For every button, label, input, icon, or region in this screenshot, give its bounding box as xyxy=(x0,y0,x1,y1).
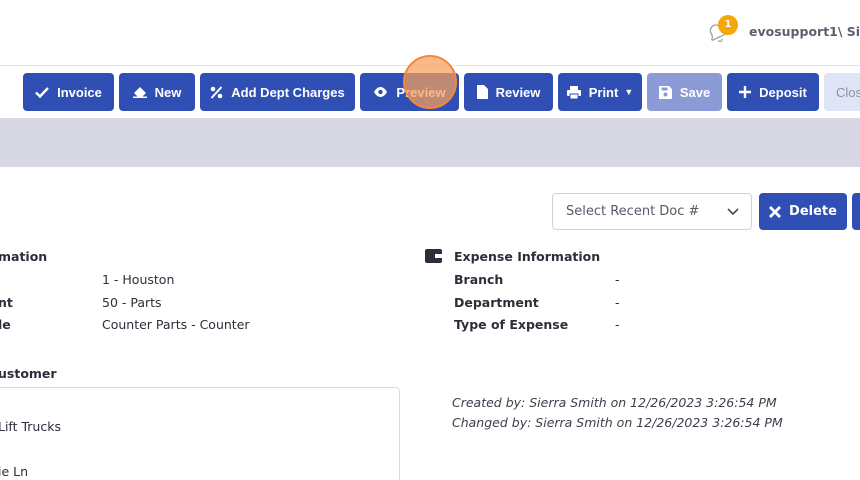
x-icon xyxy=(769,205,782,218)
new-button[interactable]: New xyxy=(119,73,195,111)
customer-heading: ustomer xyxy=(0,366,57,381)
print-dropdown-button[interactable]: Print ▼ xyxy=(558,73,642,111)
save-label: Save xyxy=(679,84,711,100)
new-label: New xyxy=(154,84,182,100)
document-icon xyxy=(476,85,488,99)
recent-doc-select[interactable]: Select Recent Doc # xyxy=(552,193,752,230)
recent-doc-placeholder: Select Recent Doc # xyxy=(566,204,700,219)
notification-badge[interactable]: 1 xyxy=(718,15,738,35)
wallet-icon xyxy=(425,249,442,263)
location-label-2: nt xyxy=(0,295,13,310)
deposit-button[interactable]: Deposit xyxy=(727,73,819,111)
eye-icon xyxy=(374,87,388,97)
deposit-label: Deposit xyxy=(759,84,807,100)
expense-info-heading: Expense Information xyxy=(454,249,601,264)
floppy-icon xyxy=(658,85,672,99)
printer-icon xyxy=(566,85,581,99)
review-label: Review xyxy=(495,84,541,100)
eraser-icon xyxy=(132,87,147,98)
location-label-3: le xyxy=(0,317,11,332)
expense-label-type: Type of Expense xyxy=(454,317,569,332)
expense-label-department: Department xyxy=(454,295,539,310)
invoice-button[interactable]: Invoice xyxy=(23,73,114,111)
created-by-text: Created by: Sierra Smith on 12/26/2023 3… xyxy=(452,395,777,410)
print-label: Print xyxy=(588,84,619,100)
changed-by-text: Changed by: Sierra Smith on 12/26/2023 3… xyxy=(452,415,783,430)
location-value-3: Counter Parts - Counter xyxy=(102,317,250,332)
more-actions-button[interactable] xyxy=(852,193,860,230)
close-button[interactable]: Clos xyxy=(824,73,860,111)
customer-address: ie Ln xyxy=(0,464,29,479)
delete-button[interactable]: Delete xyxy=(759,193,847,230)
review-button[interactable]: Review xyxy=(464,73,553,111)
location-info-heading: mation xyxy=(0,249,48,264)
invoice-label: Invoice xyxy=(57,84,102,100)
customer-name: Lift Trucks xyxy=(0,419,61,434)
expense-label-branch: Branch xyxy=(454,272,504,287)
location-value-1: 1 - Houston xyxy=(102,272,175,287)
close-label: Clos xyxy=(836,84,860,100)
info-banner xyxy=(0,118,860,167)
save-button[interactable]: Save xyxy=(647,73,722,111)
check-icon xyxy=(35,87,49,98)
user-menu[interactable]: evosupport1\ Sierr xyxy=(749,24,860,39)
expense-value-type: - xyxy=(615,317,620,332)
chevron-down-icon: ▼ xyxy=(624,87,634,97)
percent-icon xyxy=(210,85,223,99)
add-dept-charges-button[interactable]: Add Dept Charges xyxy=(200,73,355,111)
delete-label: Delete xyxy=(789,204,837,219)
expense-value-branch: - xyxy=(615,272,620,287)
expense-value-department: - xyxy=(615,295,620,310)
chevron-down-icon xyxy=(727,208,739,216)
location-value-2: 50 - Parts xyxy=(102,295,162,310)
plus-icon xyxy=(739,86,752,98)
add-dept-charges-label: Add Dept Charges xyxy=(231,84,345,100)
click-indicator xyxy=(403,55,457,109)
